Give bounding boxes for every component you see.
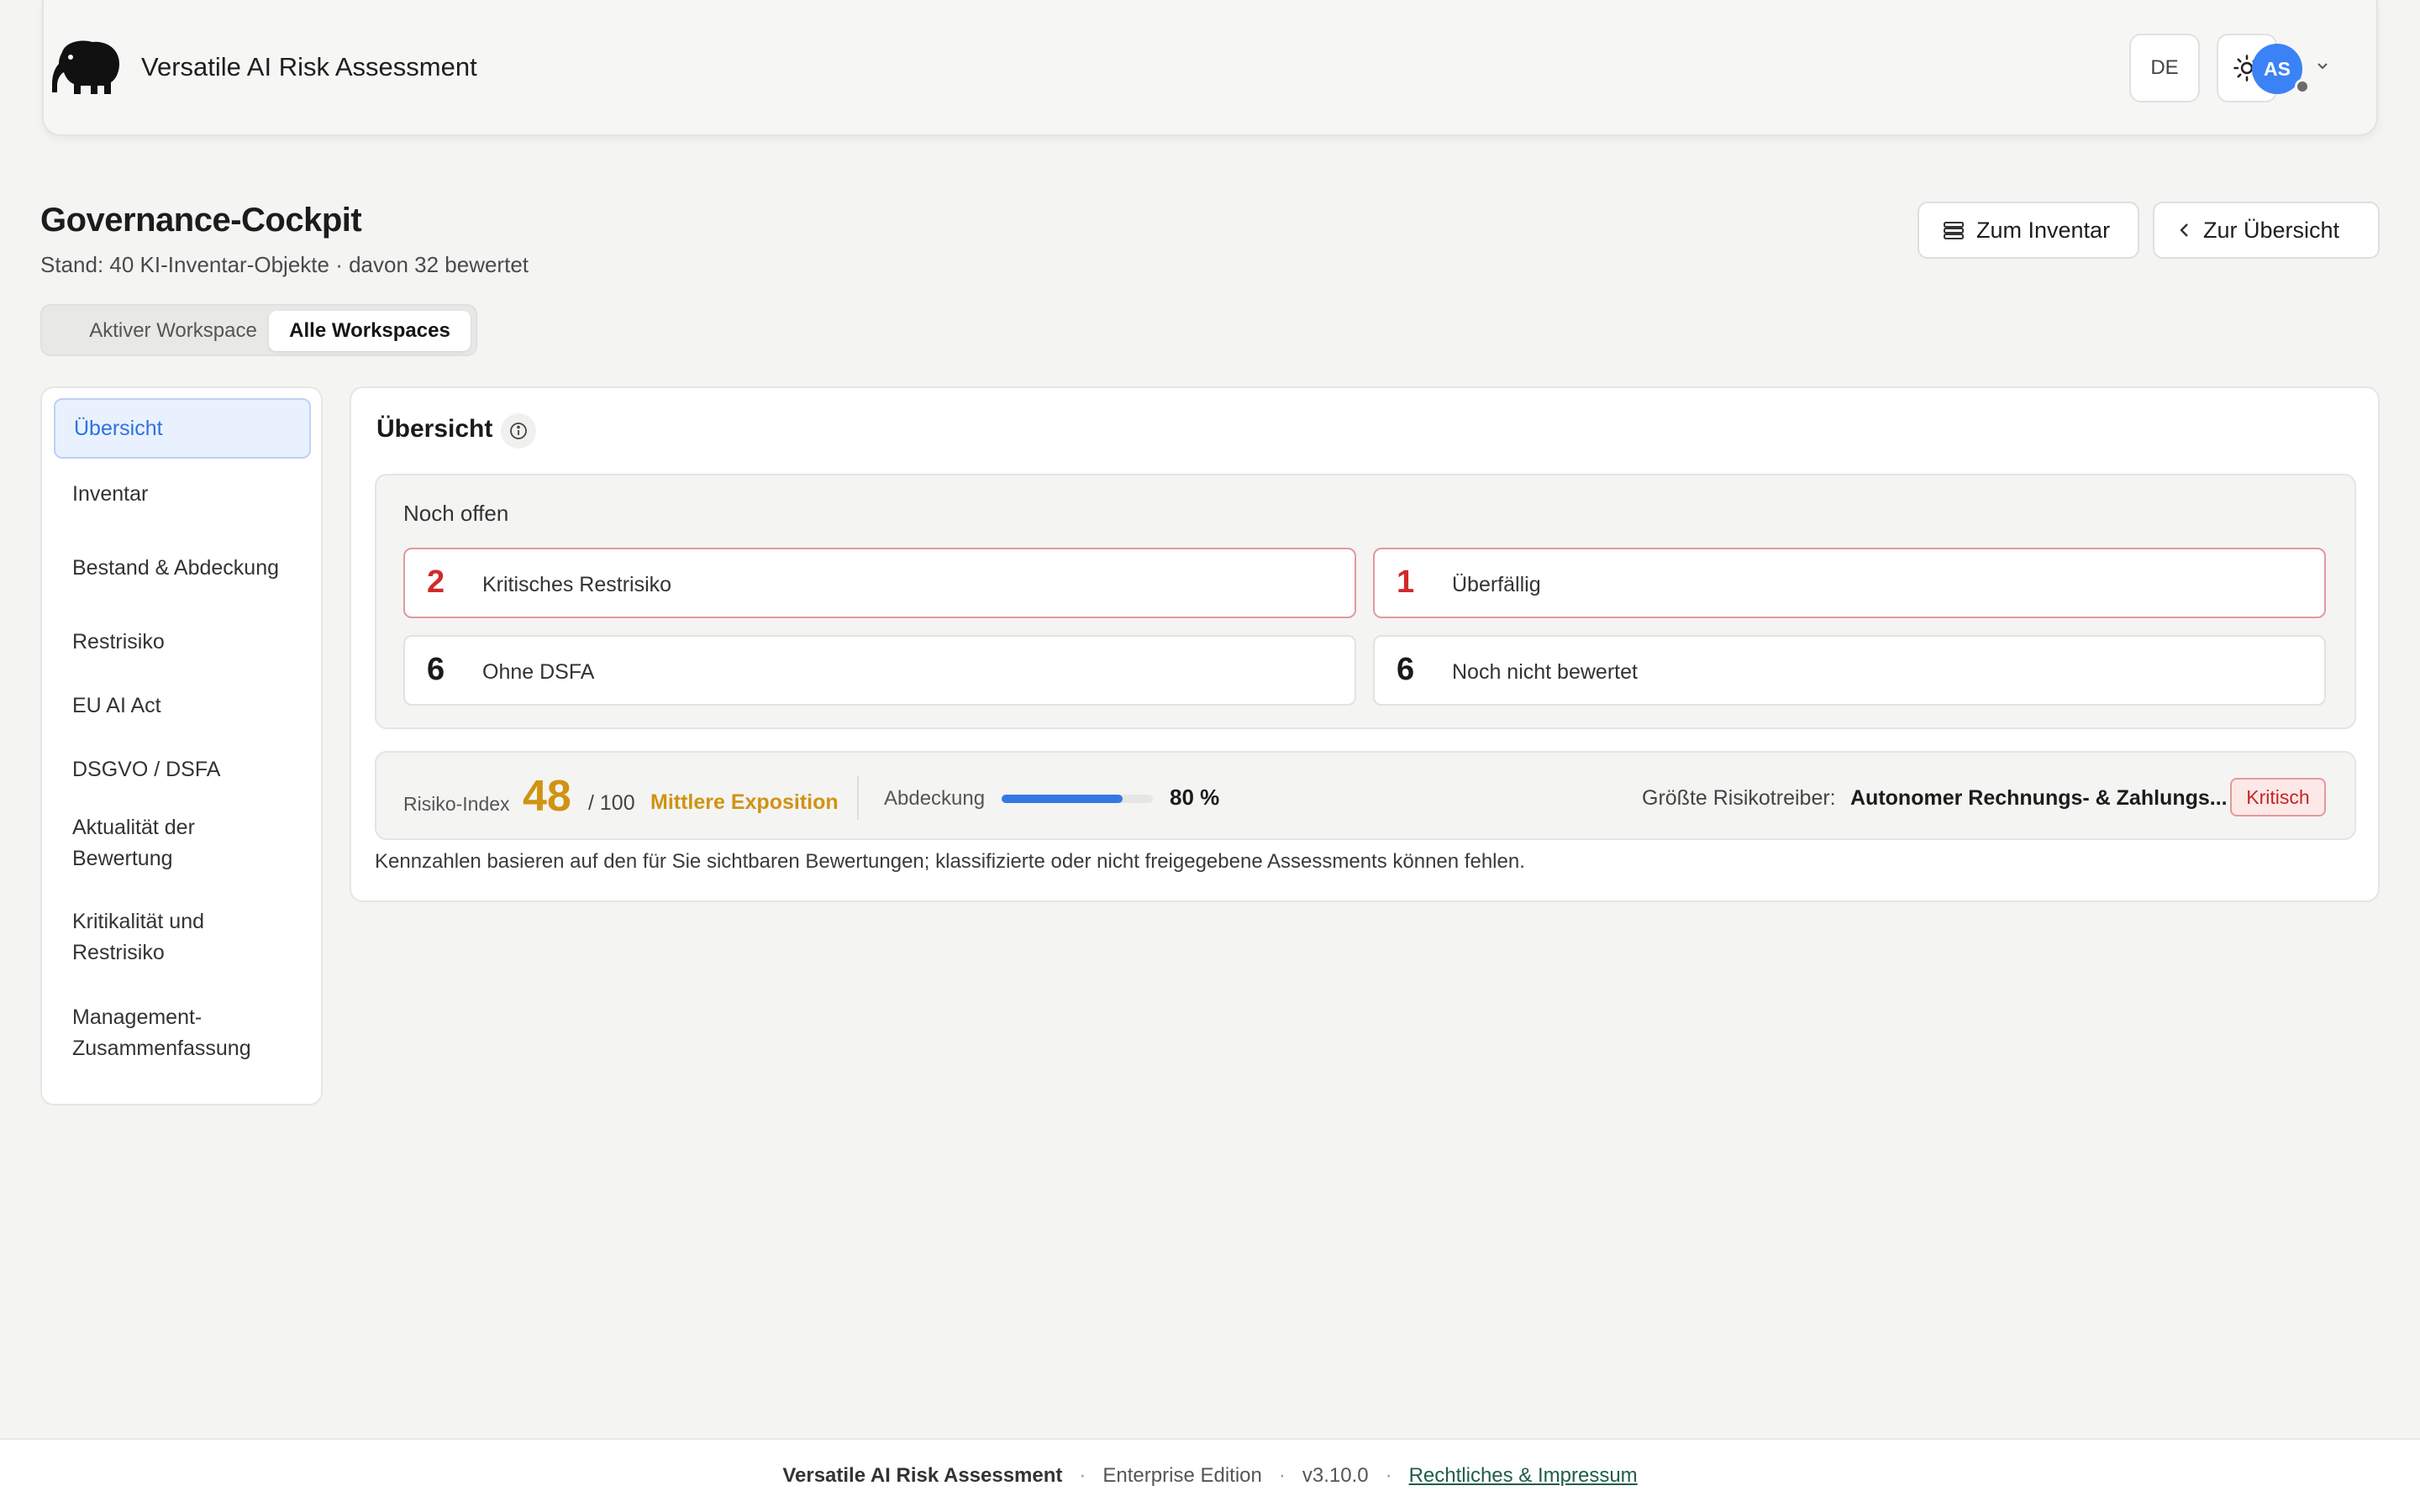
footer-separator: · — [1385, 1464, 1392, 1487]
risk-index-max: / 100 — [588, 791, 635, 815]
tab-all-workspaces-label: Alle Workspaces — [289, 319, 450, 342]
sidebar-item-restrisiko[interactable]: Restrisiko — [54, 618, 311, 665]
user-initials: AS — [2264, 57, 2291, 80]
stat-label: Noch nicht bewertet — [1452, 660, 1638, 684]
sidebar-item-label: EU AI Act — [72, 693, 161, 717]
footer-separator: · — [1278, 1464, 1286, 1487]
risk-driver-value[interactable]: Autonomer Rechnungs- & Zahlungs... — [1850, 786, 2228, 811]
stat-value: 1 — [1397, 564, 1415, 600]
overview-panel: Übersicht Noch offen 2 Kritisches Restri… — [350, 386, 2380, 902]
list-icon — [1944, 222, 1964, 239]
open-items-title: Noch offen — [403, 501, 509, 526]
risk-index-value: 48 — [523, 772, 571, 821]
footer-version: v3.10.0 — [1302, 1464, 1369, 1487]
top-bar: Versatile AI Risk Assessment DE — [42, 0, 2378, 136]
stat-card-without-dpia[interactable]: 6 Ohne DSFA — [403, 635, 1356, 706]
sidebar-item-dsgvo-dsfa[interactable]: DSGVO / DSFA — [54, 746, 311, 793]
sidebar-nav: Übersicht Inventar Bestand & Abdeckung R… — [40, 386, 323, 1105]
app-title: Versatile AI Risk Assessment — [141, 52, 477, 81]
stat-value: 6 — [1397, 652, 1415, 687]
to-overview-button[interactable]: Zur Übersicht — [2153, 202, 2380, 259]
language-label: DE — [2150, 56, 2179, 79]
tab-active-workspace[interactable]: Aktiver Workspace — [49, 311, 297, 351]
risk-index-label: Risiko-Index — [403, 793, 510, 815]
metrics-footnote: Kennzahlen basieren auf den für Sie sich… — [375, 850, 1525, 873]
to-inventory-label: Zum Inventar — [1976, 217, 2111, 243]
presence-status-dot — [2295, 79, 2310, 94]
sidebar-item-eu-ai-act[interactable]: EU AI Act — [54, 682, 311, 729]
footer-edition: Enterprise Edition — [1102, 1464, 1262, 1487]
critical-badge: Kritisch — [2230, 778, 2326, 816]
sidebar-item-inventar[interactable]: Inventar — [54, 470, 311, 517]
language-button[interactable]: DE — [2129, 34, 2200, 102]
elephant-icon[interactable] — [47, 34, 123, 101]
footer-product: Versatile AI Risk Assessment — [782, 1464, 1063, 1487]
open-items-section: Noch offen 2 Kritisches Restrisiko 1 Übe… — [375, 474, 2356, 729]
chevron-left-icon — [2180, 223, 2188, 237]
coverage-value: 80 % — [1170, 785, 1220, 810]
sidebar-item-label: Kritikalität und Restrisiko — [72, 910, 205, 964]
divider — [857, 776, 859, 820]
tab-all-workspaces[interactable]: Alle Workspaces — [269, 311, 471, 351]
tab-active-workspace-label: Aktiver Workspace — [89, 319, 257, 342]
stat-label: Ohne DSFA — [482, 660, 595, 684]
sidebar-item-label: Bestand & Abdeckung — [72, 555, 280, 580]
panel-title: Übersicht — [376, 415, 493, 443]
sidebar-item-uebersicht[interactable]: Übersicht — [54, 398, 311, 459]
to-overview-label: Zur Übersicht — [2203, 217, 2340, 243]
sidebar-item-management-zusammenfassung[interactable]: Management-Zusammenfassung — [54, 998, 311, 1068]
page-subtitle: Stand: 40 KI-Inventar-Objekte · davon 32… — [40, 252, 529, 277]
coverage-progress-fill — [1002, 795, 1123, 803]
coverage-progress-bar — [1002, 795, 1153, 803]
legal-link[interactable]: Rechtliches & Impressum — [1409, 1464, 1638, 1488]
sidebar-item-kritikalitaet[interactable]: Kritikalität und Restrisiko — [54, 902, 311, 973]
stat-value: 2 — [427, 564, 445, 600]
sidebar-item-bestand-abdeckung[interactable]: Bestand & Abdeckung — [54, 533, 311, 603]
to-inventory-button[interactable]: Zum Inventar — [1918, 202, 2139, 259]
workspace-scope-switch: Aktiver Workspace Alle Workspaces — [40, 304, 477, 356]
sidebar-item-aktualitaet[interactable]: Aktualität der Bewertung — [54, 808, 311, 879]
sidebar-item-label: Übersicht — [74, 416, 163, 440]
page-title: Governance-Cockpit — [40, 202, 362, 239]
risk-level-text: Mittlere Exposition — [650, 790, 839, 814]
risk-driver-label: Größte Risikotreiber: — [1642, 786, 1836, 810]
info-icon[interactable] — [501, 413, 536, 449]
footer-separator: · — [1079, 1464, 1086, 1487]
chevron-down-icon[interactable] — [2316, 60, 2329, 72]
stat-card-overdue[interactable]: 1 Überfällig — [1373, 548, 2326, 618]
sidebar-item-label: Restrisiko — [72, 629, 165, 654]
critical-badge-label: Kritisch — [2246, 785, 2310, 808]
footer: Versatile AI Risk Assessment · Enterpris… — [0, 1438, 2420, 1512]
sidebar-item-label: Aktualität der Bewertung — [72, 816, 195, 870]
stat-label: Überfällig — [1452, 573, 1541, 596]
sidebar-item-label: DSGVO / DSFA — [72, 757, 221, 781]
stat-card-not-assessed[interactable]: 6 Noch nicht bewertet — [1373, 635, 2326, 706]
sidebar-item-label: Management-Zusammenfassung — [72, 1005, 251, 1060]
risk-index-bar: Risiko-Index 48 / 100 Mittlere Expositio… — [375, 751, 2356, 840]
stat-value: 6 — [427, 652, 445, 687]
sidebar-item-label: Inventar — [72, 481, 149, 506]
coverage-label: Abdeckung — [884, 787, 986, 810]
stat-card-critical-residual-risk[interactable]: 2 Kritisches Restrisiko — [403, 548, 1356, 618]
stat-label: Kritisches Restrisiko — [482, 573, 672, 596]
